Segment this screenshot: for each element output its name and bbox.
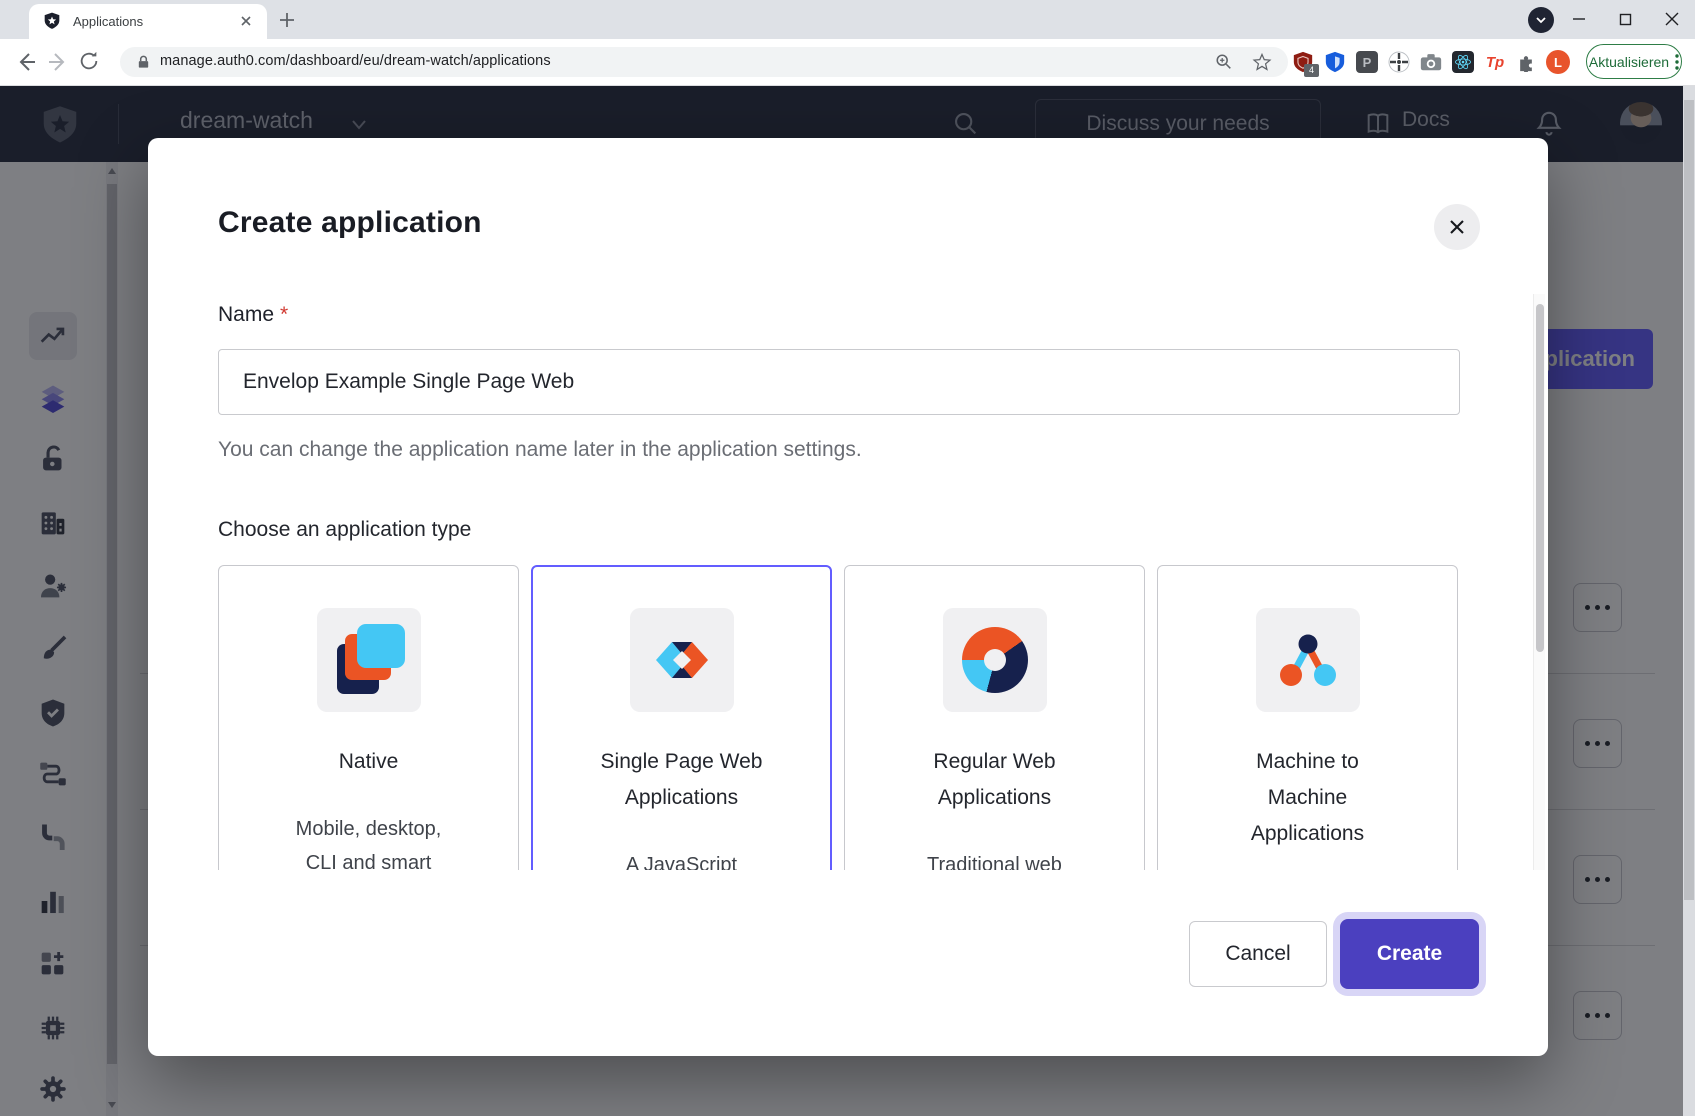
extension-bitwarden-icon[interactable] <box>1322 49 1348 75</box>
close-icon <box>1665 12 1679 26</box>
p-glyph: P <box>1356 51 1378 73</box>
single-page-app-icon <box>630 608 734 712</box>
lock-icon <box>136 54 151 70</box>
page-scroll-thumb[interactable] <box>1684 100 1694 900</box>
card-title-line: Regular Web <box>845 744 1144 780</box>
card-native[interactable]: Native Mobile, desktop, CLI and smart <box>218 565 519 870</box>
browser-profile-button[interactable] <box>1528 7 1554 33</box>
modal-scrollbar[interactable] <box>1533 294 1545 870</box>
browser-tab[interactable]: Applications <box>29 4 267 39</box>
extension-react-devtools-icon[interactable] <box>1450 49 1476 75</box>
name-label-row: Name * <box>218 302 1460 328</box>
machine-to-machine-icon <box>1256 608 1360 712</box>
window-close-button[interactable] <box>1658 6 1686 32</box>
window-maximize-button[interactable] <box>1611 6 1639 32</box>
native-icon <box>317 608 421 712</box>
modal-scroll-area[interactable]: Name * You can change the application nam… <box>148 294 1548 870</box>
application-type-cards: Native Mobile, desktop, CLI and smart <box>218 565 1460 870</box>
close-icon <box>1447 217 1467 237</box>
reload-button[interactable] <box>78 50 100 72</box>
auth0-favicon <box>43 12 61 30</box>
update-label: Aktualisieren <box>1589 54 1669 70</box>
tp-glyph: Tp <box>1486 54 1504 71</box>
application-name-input[interactable] <box>218 349 1460 415</box>
card-desc-line: A JavaScript <box>533 848 830 870</box>
browser-toolbar: manage.auth0.com/dashboard/eu/dream-watc… <box>0 39 1695 86</box>
extension-ublock-icon[interactable]: 4 <box>1290 49 1316 75</box>
extensions-puzzle-button[interactable] <box>1513 49 1539 75</box>
card-machine-to-machine[interactable]: Machine to Machine Applications <box>1157 565 1458 870</box>
screen: Applications <box>0 0 1695 1116</box>
modal-close-button[interactable] <box>1434 204 1480 250</box>
zoom-icon[interactable] <box>1215 53 1233 71</box>
maximize-icon <box>1619 13 1632 26</box>
card-single-page-web[interactable]: Single Page Web Applications A JavaScrip… <box>531 565 832 870</box>
tab-title: Applications <box>73 14 143 29</box>
card-regular-web[interactable]: Regular Web Applications Traditional web <box>844 565 1145 870</box>
kebab-menu-icon <box>1675 54 1679 70</box>
puzzle-icon <box>1516 52 1536 72</box>
name-label: Name <box>218 303 274 326</box>
create-application-modal: Create application Name * You can change … <box>148 138 1548 1056</box>
ublock-badge: 4 <box>1304 64 1319 77</box>
card-title-line: Machine to <box>1158 744 1457 780</box>
card-title-line: Native <box>219 744 518 780</box>
chevron-down-icon <box>1535 14 1547 26</box>
back-button[interactable] <box>14 50 38 74</box>
tab-close-icon[interactable] <box>239 14 253 28</box>
minimize-icon <box>1572 12 1586 26</box>
card-title-line: Applications <box>533 780 830 816</box>
forward-button[interactable] <box>46 50 70 74</box>
card-desc-line: Traditional web <box>845 848 1144 870</box>
extension-precision-icon[interactable] <box>1386 49 1412 75</box>
cancel-button[interactable]: Cancel <box>1189 921 1327 987</box>
create-button[interactable]: Create <box>1340 919 1479 989</box>
regular-web-app-icon <box>943 608 1047 712</box>
browser-profile-avatar[interactable]: L <box>1545 49 1571 75</box>
new-tab-button[interactable] <box>276 9 298 31</box>
camera-icon <box>1419 51 1443 73</box>
extension-p-icon[interactable]: P <box>1354 49 1380 75</box>
extension-camera-icon[interactable] <box>1418 49 1444 75</box>
browser-update-button[interactable]: Aktualisieren <box>1586 44 1682 79</box>
crosshair-icon <box>1387 50 1411 74</box>
application-type-label: Choose an application type <box>218 517 1460 543</box>
address-bar[interactable]: manage.auth0.com/dashboard/eu/dream-watc… <box>120 47 1288 77</box>
page-scrollbar[interactable] <box>1683 86 1695 1116</box>
card-title-line: Applications <box>1158 816 1457 852</box>
card-desc-line: Mobile, desktop, <box>219 812 518 846</box>
required-asterisk: * <box>280 303 288 326</box>
card-desc-line: CLI and smart <box>219 846 518 870</box>
browser-tab-bar: Applications <box>0 0 1695 39</box>
name-help-text: You can change the application name late… <box>218 437 1460 463</box>
modal-scroll-thumb[interactable] <box>1536 304 1544 652</box>
url-text: manage.auth0.com/dashboard/eu/dream-watc… <box>160 53 551 69</box>
react-atom-icon <box>1452 51 1474 73</box>
card-title-line: Machine <box>1158 780 1457 816</box>
window-minimize-button[interactable] <box>1565 6 1593 32</box>
profile-initial: L <box>1546 50 1570 74</box>
card-title-line: Single Page Web <box>533 744 830 780</box>
bitwarden-shield-icon <box>1324 51 1346 73</box>
modal-title: Create application <box>218 206 482 240</box>
extension-tp-icon[interactable]: Tp <box>1482 49 1508 75</box>
card-title-line: Applications <box>845 780 1144 816</box>
bookmark-star-icon[interactable] <box>1252 52 1272 72</box>
